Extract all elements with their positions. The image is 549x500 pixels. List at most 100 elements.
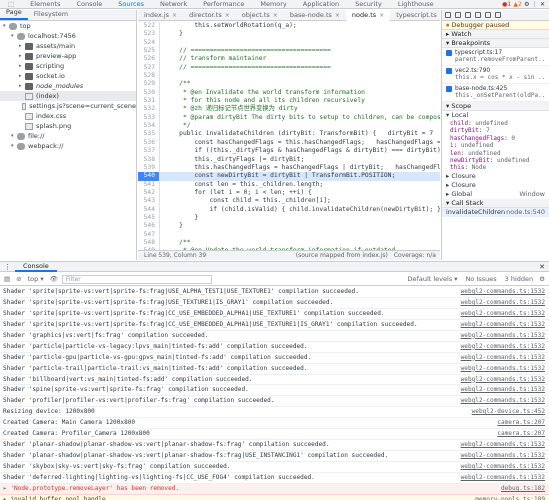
- scope-section[interactable]: ▾ Scope: [442, 102, 549, 111]
- code-line[interactable]: 522 this.setWorldRotation(q_a);: [138, 22, 440, 31]
- code-line[interactable]: 545 }: [138, 213, 440, 223]
- line-number[interactable]: 544: [138, 205, 160, 214]
- scope-variable[interactable]: hasChangedFlags: 0: [442, 135, 549, 142]
- code-line[interactable]: 523 }: [138, 30, 440, 39]
- scope-variable[interactable]: dirtyBit: 7: [442, 127, 549, 134]
- console-source-link[interactable]: webgl2-commands.ts:1532: [461, 298, 545, 308]
- code-editor[interactable]: 522 this.setWorldRotation(q_a); 523 } 524 5…: [138, 22, 440, 250]
- tree-item[interactable]: ▸ socket.io: [0, 71, 136, 81]
- line-number[interactable]: 542: [138, 188, 160, 198]
- tab-application[interactable]: Application: [295, 0, 347, 8]
- drawer-menu-icon[interactable]: ⋮: [0, 263, 15, 271]
- closure-scope-2[interactable]: ▸ Closure: [442, 181, 549, 190]
- line-number[interactable]: 527: [138, 63, 160, 73]
- editor-tab[interactable]: director.ts ×: [183, 11, 236, 19]
- line-number[interactable]: 541: [138, 180, 160, 189]
- step-icon[interactable]: [485, 12, 491, 18]
- console-source-link[interactable]: webgl2-commands.ts:1532: [461, 462, 545, 472]
- tree-item[interactable]: (index): [0, 91, 136, 101]
- console-settings-icon[interactable]: ⚙: [539, 275, 545, 283]
- code-line[interactable]: 533 * @param dirtyBit The dirty bits to …: [138, 113, 440, 123]
- close-drawer-icon[interactable]: ✕: [539, 263, 549, 271]
- global-scope[interactable]: ▸ Global Window: [442, 190, 549, 199]
- line-number[interactable]: 537: [138, 147, 160, 156]
- code-line[interactable]: 537 if ((this._dirtyFlags & hasChangedFl…: [138, 147, 440, 156]
- code-line[interactable]: 536 const hasChangedFlags = this.hasChan…: [138, 138, 440, 148]
- step-over-icon[interactable]: [455, 12, 461, 18]
- scope-variable[interactable]: this: Node: [442, 164, 549, 171]
- local-scope[interactable]: ▾ Local: [442, 111, 549, 120]
- code-line[interactable]: 524: [138, 38, 440, 48]
- tree-item[interactable]: ▾ webpack://: [0, 141, 136, 151]
- tree-item[interactable]: ▸ scripting: [0, 61, 136, 71]
- tab-lighthouse[interactable]: Lighthouse: [390, 0, 442, 8]
- tree-item[interactable]: ▾ top: [0, 21, 136, 31]
- code-line[interactable]: 534 */: [138, 122, 440, 131]
- code-line[interactable]: 539 this.hasChangedFlags = hasChangedFla…: [138, 163, 440, 173]
- line-number[interactable]: 529: [138, 80, 160, 89]
- line-number[interactable]: 548: [138, 238, 160, 248]
- clear-console-icon[interactable]: ⊘: [16, 275, 21, 283]
- resume-icon[interactable]: [445, 12, 451, 18]
- scope-variable[interactable]: child: undefined: [442, 120, 549, 127]
- scope-variable[interactable]: i: undefined: [442, 142, 549, 149]
- console-source-link[interactable]: debug.ts:182: [501, 484, 545, 494]
- more-menu-icon[interactable]: ⋮: [532, 1, 538, 8]
- code-line[interactable]: 543 const child = this._children[i];: [138, 197, 440, 206]
- code-line[interactable]: 532 * @zh 递归标记节点世界变换为 dirty: [138, 105, 440, 114]
- code-line[interactable]: 540 const newDirtyBit = dirtyBit | Trans…: [138, 172, 440, 181]
- context-selector[interactable]: top ▾: [28, 275, 44, 283]
- code-line[interactable]: 544 if (child.isValid) { child.invalidat…: [138, 205, 440, 214]
- scope-variable[interactable]: len: undefined: [442, 150, 549, 157]
- tree-item[interactable]: index.css: [0, 111, 136, 121]
- line-number[interactable]: 525: [138, 47, 160, 56]
- console-source-link[interactable]: webgl2-commands.ts:1532: [461, 385, 545, 395]
- console-source-link[interactable]: webgl2-commands.ts:1532: [461, 331, 545, 341]
- console-source-link[interactable]: webgl2-commands.ts:1532: [461, 473, 545, 483]
- call-frame[interactable]: invalidateChildren node.ts:540: [442, 207, 549, 217]
- console-source-link[interactable]: webgl2-commands.ts:1532: [461, 320, 545, 330]
- line-number[interactable]: 546: [138, 222, 160, 231]
- line-number[interactable]: 540: [138, 172, 160, 181]
- breakpoints-section[interactable]: ▾ Breakpoints: [442, 39, 549, 48]
- code-line[interactable]: 546 }: [138, 222, 440, 231]
- code-line[interactable]: 529 /**: [138, 80, 440, 89]
- line-number[interactable]: 543: [138, 197, 160, 206]
- breakpoint-checkbox[interactable]: [446, 68, 452, 74]
- watch-section[interactable]: ▸ Watch: [442, 30, 549, 39]
- sidebar-toggle-icon[interactable]: ▤: [4, 275, 10, 283]
- editor-tab[interactable]: base-node.ts ×: [284, 11, 346, 19]
- line-number[interactable]: 533: [138, 113, 160, 123]
- console-source-link[interactable]: webgl2-commands.ts:1532: [461, 440, 545, 450]
- log-levels-dropdown[interactable]: Default levels ▾: [408, 275, 458, 283]
- line-number[interactable]: 523: [138, 30, 160, 39]
- editor-tab[interactable]: node.ts ×: [345, 9, 391, 21]
- close-tab-icon[interactable]: ×: [379, 12, 384, 19]
- tab-filesystem[interactable]: Filesystem: [28, 10, 74, 20]
- line-number[interactable]: 534: [138, 122, 160, 131]
- line-number[interactable]: 545: [138, 213, 160, 223]
- tree-item[interactable]: splash.png: [0, 121, 136, 131]
- line-number[interactable]: 547: [138, 230, 160, 239]
- console-source-link[interactable]: memory-pools.ts:189: [475, 495, 545, 500]
- tab-sources[interactable]: Sources: [110, 0, 152, 8]
- line-number[interactable]: 539: [138, 163, 160, 173]
- close-tab-icon[interactable]: ×: [172, 12, 177, 19]
- closure-scope[interactable]: ▸ Closure: [442, 172, 549, 181]
- console-source-link[interactable]: webgl2-commands.ts:1532: [461, 451, 545, 461]
- line-number[interactable]: 531: [138, 97, 160, 106]
- console-source-link[interactable]: camera.ts:207: [497, 429, 545, 439]
- editor-tab[interactable]: index.js ×: [138, 11, 183, 19]
- call-stack-section[interactable]: ▾ Call Stack: [442, 198, 549, 208]
- tab-memory[interactable]: Memory: [252, 0, 294, 8]
- tab-console-drawer[interactable]: Console: [15, 262, 57, 272]
- close-tab-icon[interactable]: ×: [273, 12, 278, 19]
- editor-tab[interactable]: object.ts ×: [236, 11, 284, 19]
- line-number[interactable]: 538: [138, 155, 160, 164]
- code-line[interactable]: 542 for (let i = 0; i < len; ++i) {: [138, 188, 440, 198]
- line-number[interactable]: 536: [138, 138, 160, 148]
- close-icon[interactable]: ✕: [540, 1, 545, 8]
- code-line[interactable]: 526 // transform maintainer: [138, 55, 440, 64]
- tree-item[interactable]: ▾ localhost:7456: [0, 31, 136, 41]
- line-number[interactable]: 535: [138, 130, 160, 139]
